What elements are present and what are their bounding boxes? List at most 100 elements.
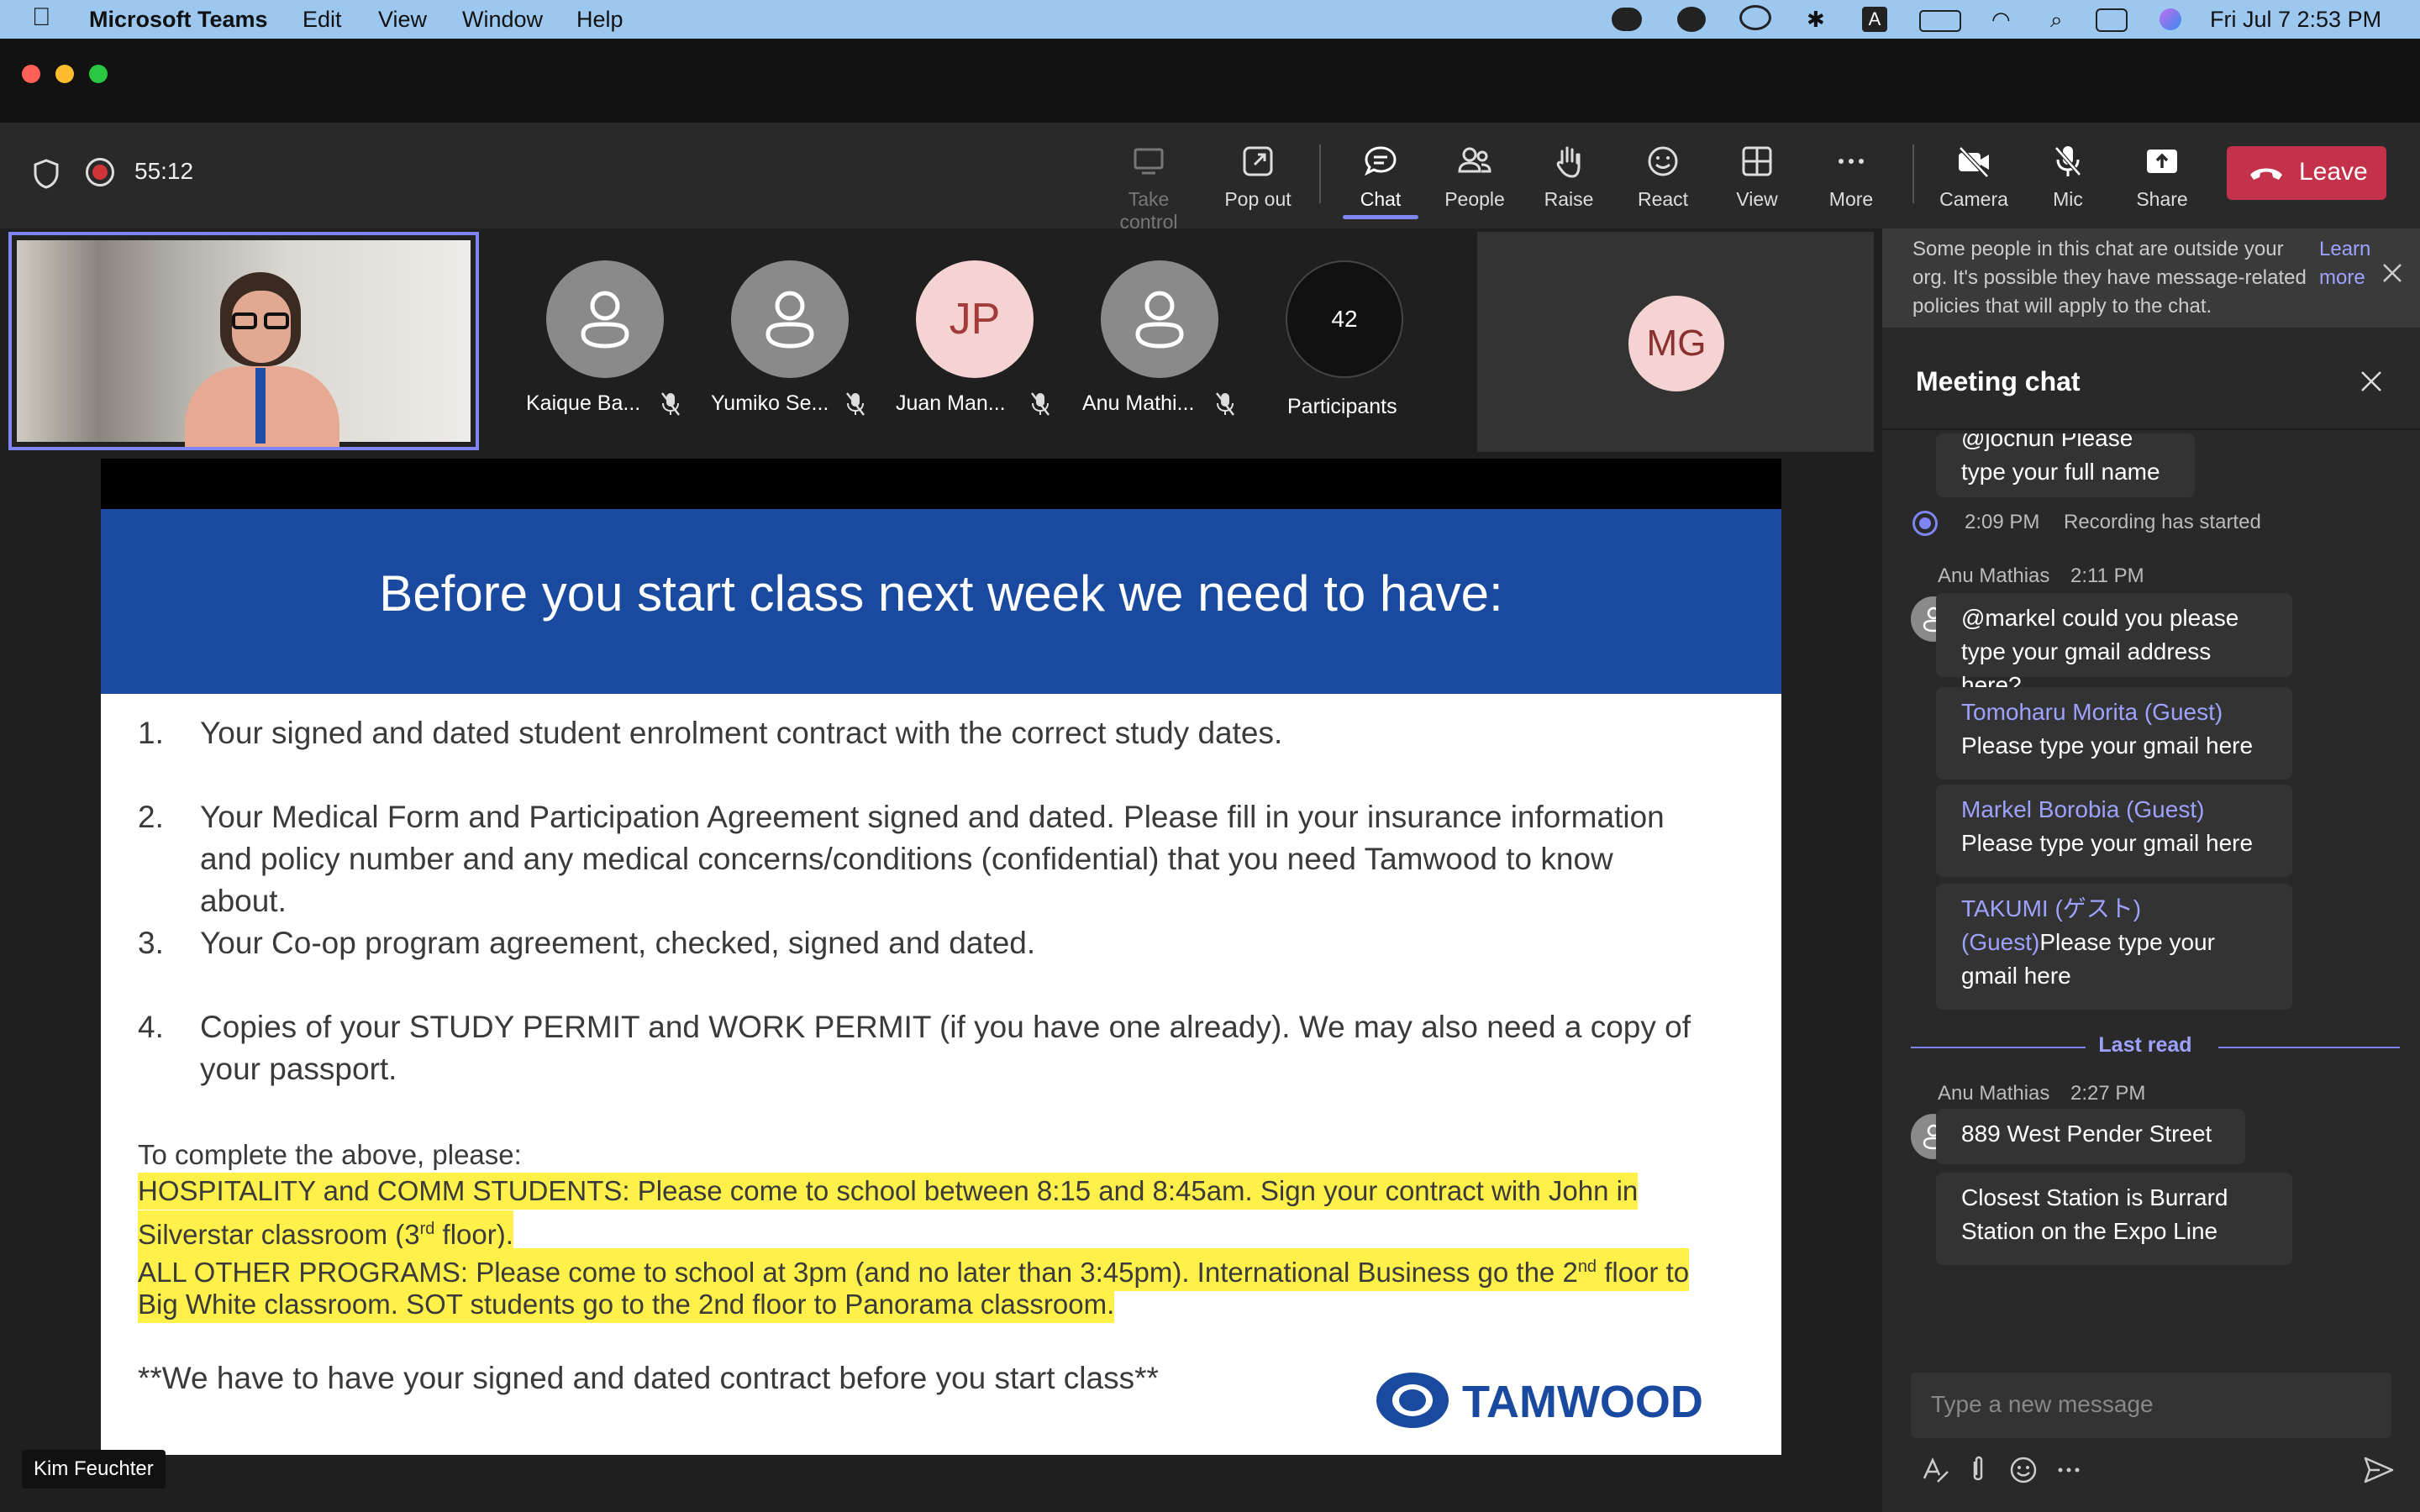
participant-strip: Kaique Ba... Yumiko Se... JP Juan Man...… xyxy=(0,228,1882,455)
more-label: More xyxy=(1828,188,1874,210)
recording-started-icon xyxy=(1912,511,1938,536)
item-number: 2. xyxy=(138,800,164,834)
chat-message: 889 West Pender Street xyxy=(1936,1109,2245,1164)
attach-icon[interactable] xyxy=(1968,1455,1988,1489)
guest-mention[interactable]: Markel Borobia (Guest) xyxy=(1961,796,2204,822)
avatar-juan[interactable]: JP xyxy=(916,260,1034,378)
shield-icon[interactable] xyxy=(32,158,60,189)
slide-title-band: Before you start class next week we need… xyxy=(101,509,1781,694)
item-text: and policy number and any medical concer… xyxy=(200,842,1613,876)
send-icon[interactable] xyxy=(2363,1455,2395,1489)
chat-message-text: Please type your gmail here xyxy=(1961,830,2254,856)
view-button[interactable]: View xyxy=(1711,143,1803,211)
last-read-label: Last read xyxy=(2098,1033,2192,1057)
chat-label: Chat xyxy=(1360,188,1402,210)
pop-out-label: Pop out xyxy=(1224,188,1292,210)
minimize-window-icon[interactable] xyxy=(55,65,74,83)
menu-help[interactable]: Help xyxy=(576,7,623,33)
wifi-icon[interactable]: ◠ xyxy=(1991,7,2011,33)
raise-hand-button[interactable]: Raise xyxy=(1523,143,1615,211)
chat-message: Closest Station is Burrard Station on th… xyxy=(1936,1173,2292,1265)
muted-mic-icon xyxy=(1030,391,1050,421)
other-programs-line-1: ALL OTHER PROGRAMS: Please come to schoo… xyxy=(138,1248,1690,1291)
avatar-anu[interactable] xyxy=(1101,260,1218,378)
avatar-mg: MG xyxy=(1628,296,1724,391)
meeting-toolbar: 55:12 Take control Pop out Chat People R… xyxy=(0,123,2420,233)
menu-window[interactable]: Window xyxy=(462,7,543,33)
siri-icon[interactable] xyxy=(2160,8,2181,30)
apple-icon[interactable]:  xyxy=(32,3,51,32)
camera-off-icon xyxy=(1955,143,1992,180)
smiley-icon xyxy=(1644,143,1681,180)
chat-message-text: Please type your gmail here xyxy=(1961,732,2254,759)
muted-mic-icon xyxy=(660,391,681,421)
chat-message: @markel could you please type your gmail… xyxy=(1936,593,2292,698)
mic-button[interactable]: Mic xyxy=(2022,143,2114,211)
react-button[interactable]: React xyxy=(1617,143,1709,211)
toolbar-divider-2 xyxy=(1912,144,1914,203)
message-author: Anu Mathias xyxy=(1938,564,2050,587)
emoji-icon[interactable] xyxy=(2008,1455,2039,1489)
control-center-icon[interactable] xyxy=(2096,8,2128,32)
menu-bar:  Microsoft Teams Edit View Window Help … xyxy=(0,0,2420,39)
line-icon[interactable] xyxy=(1612,8,1642,31)
participant-name-juan: Juan Man... xyxy=(896,391,1006,415)
menu-app-name[interactable]: Microsoft Teams xyxy=(89,7,268,33)
tamwood-logo: TAMWOOD xyxy=(1462,1377,1703,1427)
menu-view[interactable]: View xyxy=(378,7,427,33)
message-input-placeholder: Type a new message xyxy=(1931,1391,2154,1417)
participant-name-yumiko: Yumiko Se... xyxy=(711,391,829,415)
more-button[interactable]: More xyxy=(1805,143,1897,211)
learn-more-link[interactable]: Learn more xyxy=(2319,235,2378,292)
item-number: 3. xyxy=(138,926,164,960)
leave-button[interactable]: Leave xyxy=(2227,146,2386,200)
battery-icon[interactable] xyxy=(1919,10,1961,32)
wechat-icon[interactable] xyxy=(1677,7,1706,32)
take-control-button[interactable]: Take control xyxy=(1102,143,1195,234)
mic-off-icon xyxy=(2049,143,2086,180)
lanyard xyxy=(255,368,266,444)
close-chat-icon[interactable] xyxy=(2360,370,2383,397)
mic-label: Mic xyxy=(2053,188,2083,210)
message-input[interactable]: Type a new message xyxy=(1911,1373,2391,1438)
item-text: Your Co-op program agreement, checked, s… xyxy=(200,926,1036,960)
chat-button[interactable]: Chat xyxy=(1334,143,1427,211)
menu-clock[interactable]: Fri Jul 7 2:53 PM xyxy=(2210,7,2381,33)
glasses-left xyxy=(232,312,257,329)
format-icon[interactable] xyxy=(1921,1455,1951,1489)
search-icon[interactable]: ⌕ xyxy=(2050,7,2063,34)
share-button[interactable]: Share xyxy=(2116,143,2208,211)
close-window-icon[interactable] xyxy=(22,65,40,83)
mg-video-tile[interactable]: MG xyxy=(1477,232,1874,452)
bluetooth-icon[interactable]: ✱ xyxy=(1807,7,1825,33)
meeting-chat-title: Meeting chat xyxy=(1916,366,2081,396)
message-time: 2:27 PM xyxy=(2070,1082,2146,1105)
recording-status: Recording has started xyxy=(2064,511,2261,533)
message-time: 2:11 PM xyxy=(2070,564,2144,587)
people-label: People xyxy=(1444,188,1505,210)
more-options-icon[interactable] xyxy=(2054,1455,2084,1489)
more-icon xyxy=(1833,143,1870,180)
last-read-line-left xyxy=(1911,1047,2086,1048)
message-author: Anu Mathias xyxy=(1938,1082,2050,1105)
last-read-line-right xyxy=(2218,1047,2400,1048)
people-button[interactable]: People xyxy=(1428,143,1521,211)
item-text: about. xyxy=(200,884,287,918)
hospitality-text: Silverstar classroom (3 xyxy=(138,1219,420,1250)
leave-label: Leave xyxy=(2299,158,2368,186)
keyboard-input-icon[interactable]: A xyxy=(1862,7,1887,32)
avatar-yumiko[interactable] xyxy=(731,260,849,378)
avatar-kaique[interactable] xyxy=(546,260,664,378)
view-label: View xyxy=(1736,188,1778,210)
close-notice-icon[interactable] xyxy=(2381,262,2403,288)
participants-overflow-button[interactable]: 42 xyxy=(1286,260,1403,378)
presenter-video-tile[interactable] xyxy=(8,232,479,450)
camera-button[interactable]: Camera xyxy=(1928,143,2020,211)
item-text: your passport. xyxy=(200,1052,397,1086)
menu-edit[interactable]: Edit xyxy=(302,7,342,33)
pop-out-button[interactable]: Pop out xyxy=(1212,143,1304,211)
zoom-window-icon[interactable] xyxy=(89,65,108,83)
chat-header-divider xyxy=(1882,428,2420,430)
creative-cloud-icon[interactable] xyxy=(1739,5,1771,30)
guest-mention[interactable]: Tomoharu Morita (Guest) xyxy=(1961,699,2223,725)
